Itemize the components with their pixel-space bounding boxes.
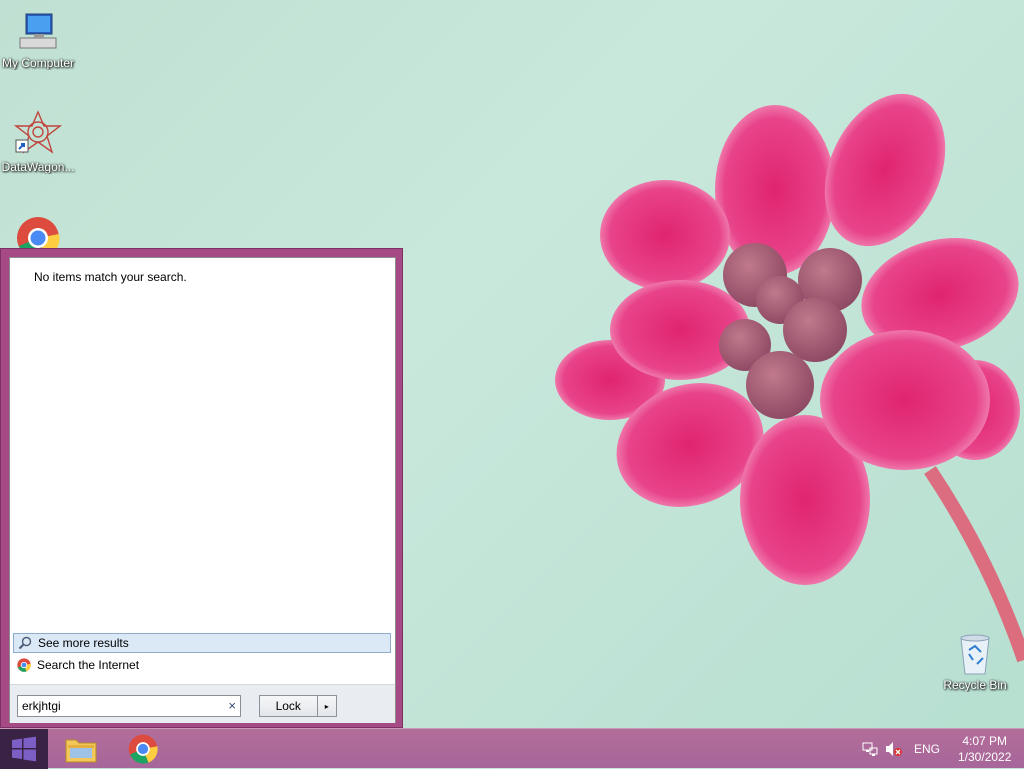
result-label: See more results xyxy=(38,636,129,650)
lock-options-arrow-icon[interactable]: ▸ xyxy=(318,696,337,716)
clock-date: 1/30/2022 xyxy=(958,750,1012,764)
lock-button[interactable]: Lock xyxy=(260,696,318,716)
search-input[interactable] xyxy=(18,696,222,716)
desktop-icon-my-computer[interactable]: My Computer xyxy=(0,10,78,70)
start-button[interactable] xyxy=(0,729,48,769)
input-language[interactable]: ENG xyxy=(914,729,940,769)
start-menu-panel: No items match your search. See more res… xyxy=(9,257,396,723)
chrome-icon xyxy=(17,658,31,672)
taskbar-chrome[interactable] xyxy=(121,731,165,767)
desktop-icon-recycle-bin[interactable]: Recycle Bin xyxy=(935,630,1015,692)
desktop-icon-datawagon[interactable]: DataWagon... xyxy=(0,110,78,174)
system-tray: ENG 4:07 PM 1/30/2022 xyxy=(854,729,1024,769)
search-box: × xyxy=(17,695,241,717)
desktop-icon-label: My Computer xyxy=(1,56,75,70)
network-icon[interactable] xyxy=(862,729,878,769)
result-label: Search the Internet xyxy=(37,658,140,672)
volume-muted-icon[interactable] xyxy=(885,729,903,769)
desktop-icon-label: DataWagon... xyxy=(1,160,75,174)
no-results-message: No items match your search. xyxy=(34,270,187,284)
windows-logo-icon xyxy=(12,736,36,762)
desktop-icon-label: Recycle Bin xyxy=(943,678,1007,692)
datawagon-icon xyxy=(14,110,62,154)
start-menu-bottom-bar: × Lock ▸ xyxy=(10,684,395,723)
see-more-results-item[interactable]: See more results xyxy=(13,633,391,653)
taskbar-file-explorer[interactable] xyxy=(59,731,103,767)
clock-time: 4:07 PM xyxy=(962,734,1008,748)
computer-icon xyxy=(19,13,57,49)
search-the-internet-item[interactable]: Search the Internet xyxy=(13,655,391,675)
taskbar: ENG 4:07 PM 1/30/2022 xyxy=(0,728,1024,769)
clock[interactable]: 4:07 PM 1/30/2022 xyxy=(958,729,1011,769)
chrome-icon xyxy=(128,734,158,764)
clear-search-icon[interactable]: × xyxy=(228,698,236,713)
lock-split-button: Lock ▸ xyxy=(259,695,337,717)
recycle-bin-icon xyxy=(960,634,990,675)
start-menu: No items match your search. See more res… xyxy=(0,248,403,728)
search-icon xyxy=(18,636,32,650)
folder-icon xyxy=(65,739,97,763)
